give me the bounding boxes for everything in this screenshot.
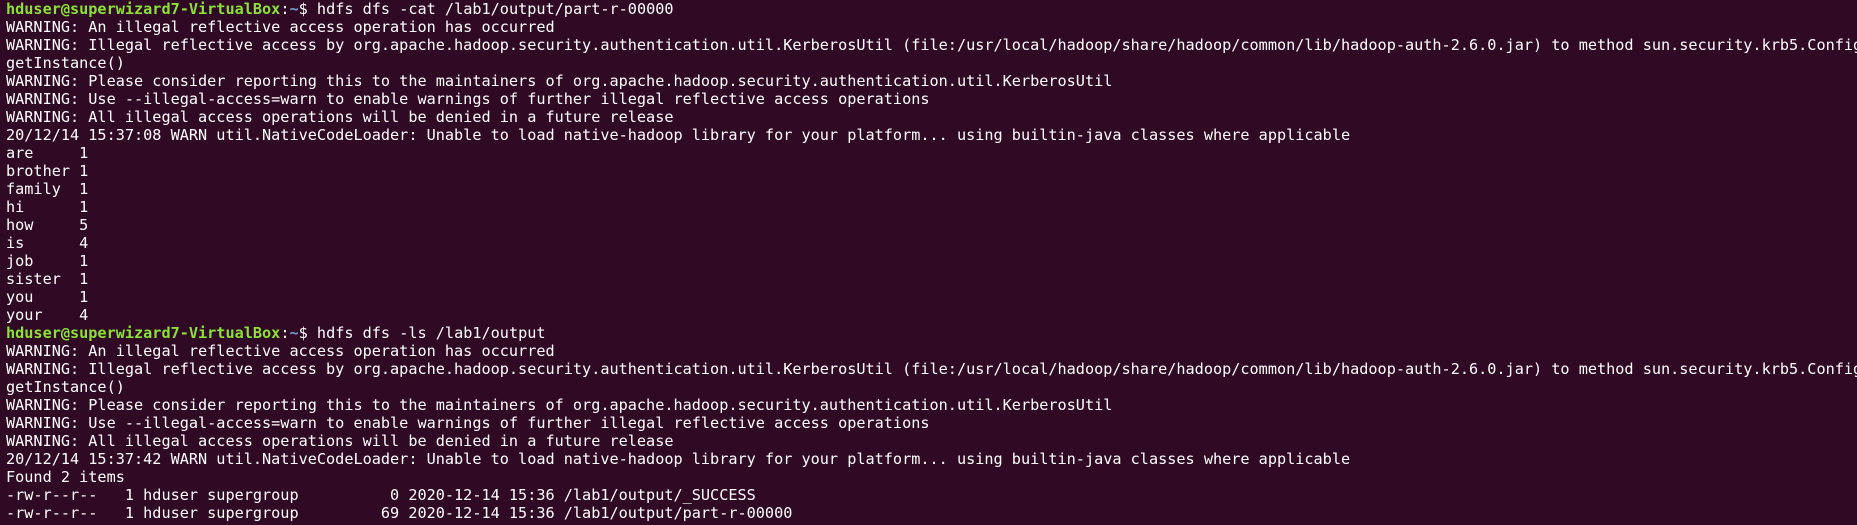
output-line: -rw-r--r-- 1 hduser supergroup 69 2020-1…: [6, 504, 1857, 522]
output-line: WARNING: Use --illegal-access=warn to en…: [6, 90, 1857, 108]
output-text: getInstance(): [6, 378, 125, 396]
output-text: 20/12/14 15:37:08 WARN util.NativeCodeLo…: [6, 126, 1351, 144]
prompt-line: hduser@superwizard7-VirtualBox:~$ hdfs d…: [6, 0, 1857, 18]
output-text: -rw-r--r-- 1 hduser supergroup 69 2020-1…: [6, 504, 793, 522]
output-text: -rw-r--r-- 1 hduser supergroup 0 2020-12…: [6, 486, 756, 504]
output-text: WARNING: Illegal reflective access by or…: [6, 36, 1857, 54]
output-line: sister 1: [6, 270, 1857, 288]
output-line: job 1: [6, 252, 1857, 270]
output-text: WARNING: Use --illegal-access=warn to en…: [6, 90, 930, 108]
output-text: sister 1: [6, 270, 89, 288]
output-line: Found 2 items: [6, 468, 1857, 486]
output-line: are 1: [6, 144, 1857, 162]
output-line: WARNING: An illegal reflective access op…: [6, 342, 1857, 360]
output-text: WARNING: All illegal access operations w…: [6, 432, 674, 450]
output-text: Found 2 items: [6, 468, 125, 486]
output-text: is 4: [6, 234, 89, 252]
output-text: WARNING: An illegal reflective access op…: [6, 342, 555, 360]
prompt-path: ~: [289, 0, 299, 18]
output-text: WARNING: Use --illegal-access=warn to en…: [6, 414, 930, 432]
output-text: how 5: [6, 216, 89, 234]
output-text: WARNING: Please consider reporting this …: [6, 72, 1113, 90]
output-line: -rw-r--r-- 1 hduser supergroup 0 2020-12…: [6, 486, 1857, 504]
output-text: your 4: [6, 306, 89, 324]
output-line: getInstance(): [6, 378, 1857, 396]
output-line: 20/12/14 15:37:08 WARN util.NativeCodeLo…: [6, 126, 1857, 144]
output-text: WARNING: All illegal access operations w…: [6, 108, 674, 126]
output-text: are 1: [6, 144, 89, 162]
output-line: getInstance(): [6, 54, 1857, 72]
output-line: how 5: [6, 216, 1857, 234]
prompt-line: hduser@superwizard7-VirtualBox:~$ hdfs d…: [6, 324, 1857, 342]
prompt-path: ~: [289, 324, 299, 342]
command-text: hdfs dfs -ls /lab1/output: [316, 324, 546, 342]
output-line: 20/12/14 15:37:42 WARN util.NativeCodeLo…: [6, 450, 1857, 468]
output-line: WARNING: Please consider reporting this …: [6, 72, 1857, 90]
output-text: WARNING: An illegal reflective access op…: [6, 18, 555, 36]
output-line: WARNING: Use --illegal-access=warn to en…: [6, 414, 1857, 432]
output-line: WARNING: Please consider reporting this …: [6, 396, 1857, 414]
output-line: your 4: [6, 306, 1857, 324]
output-line: WARNING: All illegal access operations w…: [6, 432, 1857, 450]
command-text: hdfs dfs -cat /lab1/output/part-r-00000: [316, 0, 674, 18]
output-line: WARNING: All illegal access operations w…: [6, 108, 1857, 126]
output-line: brother 1: [6, 162, 1857, 180]
prompt-user-host: hduser@superwizard7-VirtualBox: [6, 0, 281, 18]
output-text: getInstance(): [6, 54, 125, 72]
output-text: hi 1: [6, 198, 89, 216]
output-text: job 1: [6, 252, 89, 270]
output-line: hi 1: [6, 198, 1857, 216]
output-text: WARNING: Illegal reflective access by or…: [6, 360, 1857, 378]
prompt-symbol: $: [298, 324, 317, 342]
prompt-user-host: hduser@superwizard7-VirtualBox: [6, 324, 281, 342]
output-text: brother 1: [6, 162, 89, 180]
output-text: 20/12/14 15:37:42 WARN util.NativeCodeLo…: [6, 450, 1351, 468]
output-line: WARNING: Illegal reflective access by or…: [6, 36, 1857, 54]
prompt-symbol: $: [298, 0, 317, 18]
output-text: WARNING: Please consider reporting this …: [6, 396, 1113, 414]
output-line: family 1: [6, 180, 1857, 198]
output-line: WARNING: Illegal reflective access by or…: [6, 360, 1857, 378]
terminal-window[interactable]: hduser@superwizard7-VirtualBox:~$ hdfs d…: [0, 0, 1857, 525]
output-line: you 1: [6, 288, 1857, 306]
output-text: you 1: [6, 288, 89, 306]
output-line: WARNING: An illegal reflective access op…: [6, 18, 1857, 36]
output-text: family 1: [6, 180, 89, 198]
output-line: is 4: [6, 234, 1857, 252]
